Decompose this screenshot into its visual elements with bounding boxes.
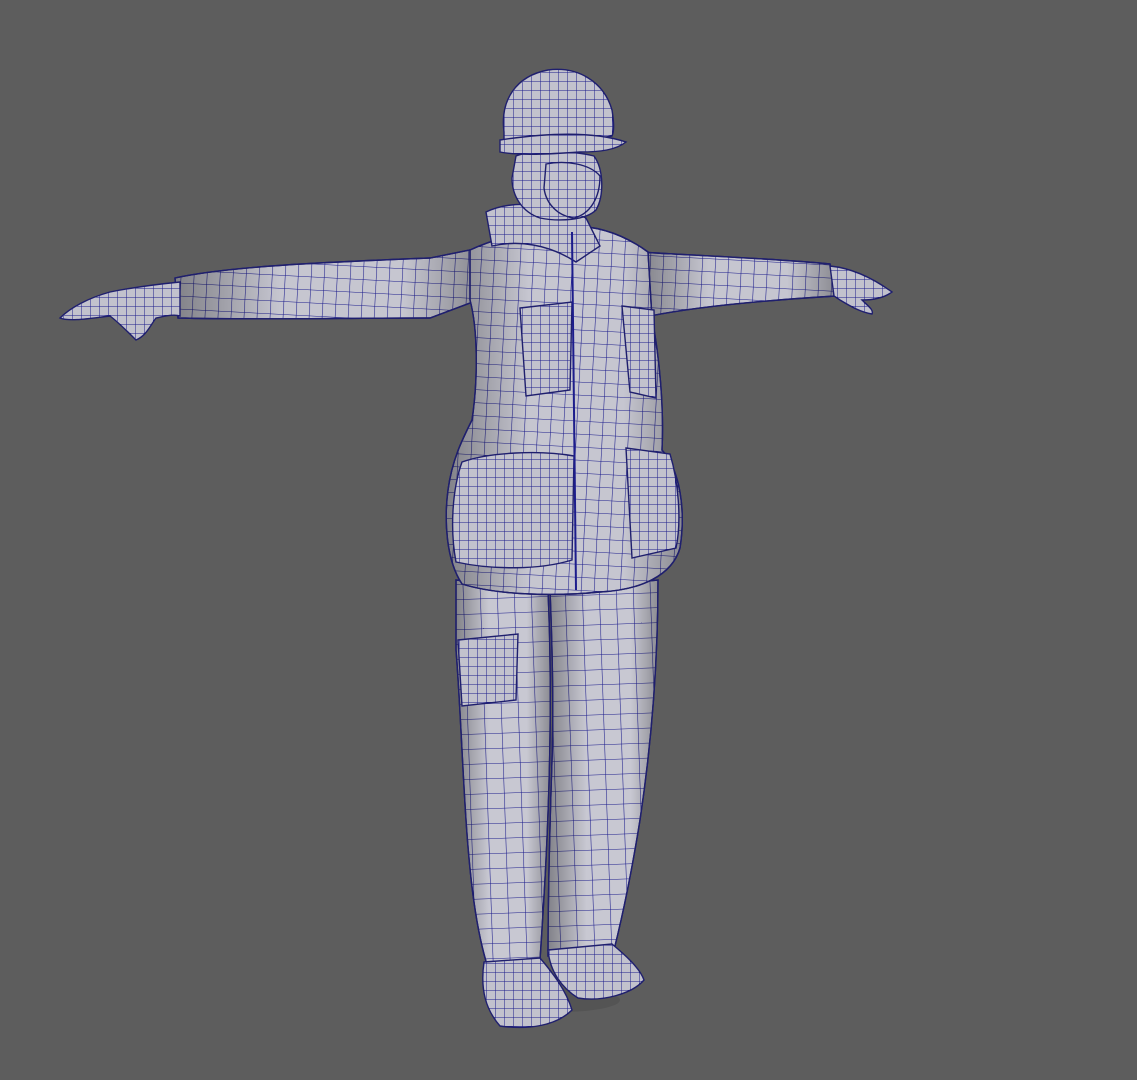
right-leg [547, 579, 659, 957]
character-model[interactable] [0, 0, 1137, 1080]
left-leg [455, 579, 551, 969]
left-arm [174, 249, 479, 320]
jacket [445, 203, 683, 596]
right-hand [829, 265, 894, 315]
left-hand [58, 281, 181, 341]
3d-viewport[interactable] [0, 0, 1137, 1080]
hard-hat [499, 68, 628, 156]
right-arm [639, 251, 837, 317]
head [511, 150, 603, 221]
